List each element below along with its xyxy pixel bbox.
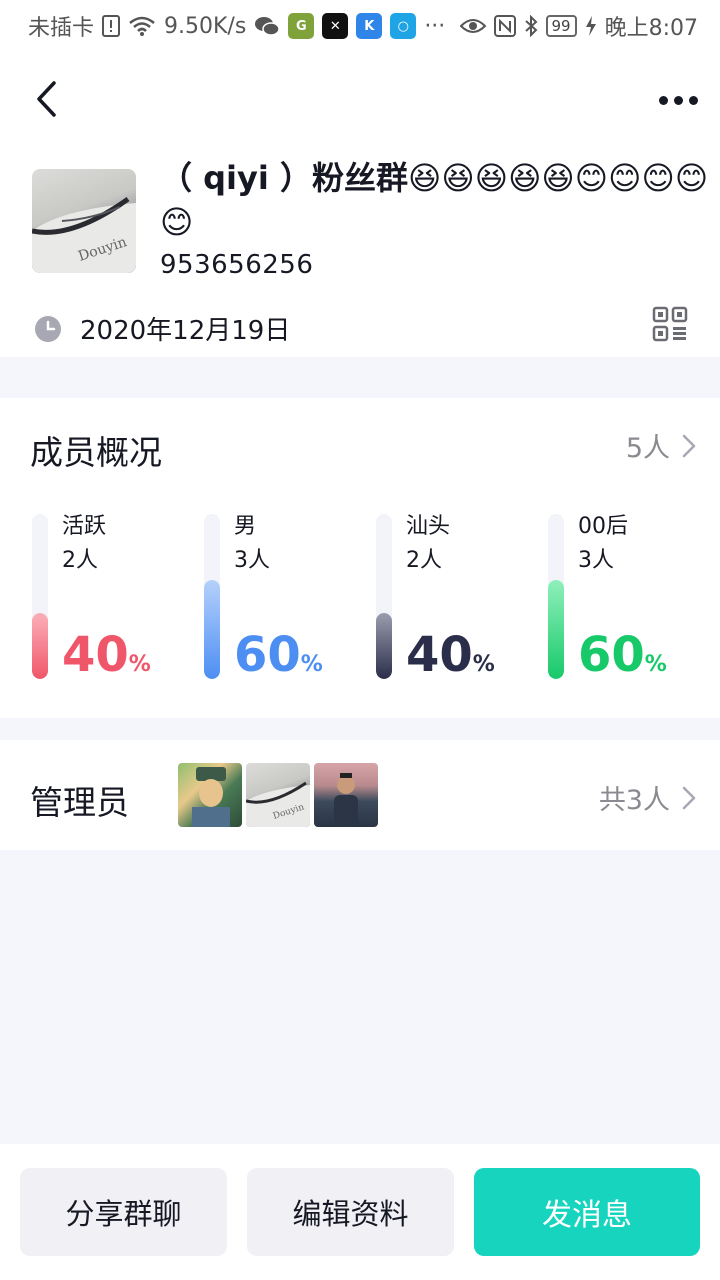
stat-count: 2人 bbox=[406, 548, 442, 573]
person-avatar-image bbox=[334, 773, 358, 827]
stat-percent: 60% bbox=[234, 626, 323, 695]
chevron-left-icon bbox=[37, 81, 56, 117]
stat-count: 3人 bbox=[234, 548, 270, 573]
kugou-icon: K bbox=[356, 13, 383, 39]
stat-count: 2人 bbox=[62, 548, 98, 573]
stat-percent-value: 40 bbox=[406, 627, 473, 683]
stat-bar-track bbox=[376, 514, 392, 679]
edit-profile-button[interactable]: 编辑资料 bbox=[247, 1168, 454, 1256]
more-notifications-icon: ··· bbox=[424, 13, 446, 39]
clock-time: 晚上8:07 bbox=[604, 16, 698, 41]
car-photo: Douyin bbox=[32, 196, 136, 273]
send-message-button[interactable]: 发消息 bbox=[474, 1168, 700, 1256]
back-button[interactable] bbox=[26, 76, 66, 122]
stat-percent-sign: % bbox=[300, 652, 323, 677]
chevron-right-icon bbox=[682, 434, 696, 457]
avatar[interactable] bbox=[178, 763, 242, 827]
avatar[interactable] bbox=[314, 763, 378, 827]
bottom-action-bar: 分享群聊 编辑资料 发消息 bbox=[0, 1144, 720, 1280]
bluetooth-icon bbox=[524, 15, 537, 37]
stat-age: 00后 3人 60% bbox=[548, 514, 708, 684]
game-app-icon: G bbox=[288, 13, 315, 39]
stat-bar-track bbox=[548, 514, 564, 679]
stat-male: 男 3人 60% bbox=[204, 514, 364, 684]
stat-label: 活跃 bbox=[62, 514, 107, 539]
network-speed: 9.50K/s bbox=[164, 13, 247, 39]
anime-avatar-image bbox=[192, 767, 230, 827]
eye-icon bbox=[459, 19, 486, 33]
stat-percent-value: 40 bbox=[62, 627, 129, 683]
charging-icon bbox=[585, 16, 596, 36]
wechat-icon bbox=[255, 17, 281, 36]
stat-label: 汕头 bbox=[406, 514, 451, 539]
admins-count: 共3人 bbox=[598, 785, 670, 816]
stat-percent: 40% bbox=[406, 626, 495, 695]
capcut-icon: ✕ bbox=[322, 13, 349, 39]
stat-percent: 40% bbox=[62, 626, 151, 695]
more-dot bbox=[673, 95, 683, 105]
bulb-app-icon: ○ bbox=[390, 13, 417, 39]
admins-count-link[interactable]: 共3人 bbox=[599, 778, 696, 817]
stat-percent-sign: % bbox=[472, 652, 495, 677]
more-button[interactable] bbox=[654, 80, 702, 120]
stat-percent-value: 60 bbox=[234, 627, 301, 683]
stat-bar-fill bbox=[376, 613, 392, 679]
qr-code-icon[interactable] bbox=[652, 306, 688, 342]
wifi-icon bbox=[129, 16, 155, 36]
members-count: 5人 bbox=[625, 433, 670, 464]
group-avatar[interactable]: Douyin bbox=[32, 169, 136, 273]
stat-percent-value: 60 bbox=[578, 627, 645, 683]
stat-percent-sign: % bbox=[128, 652, 151, 677]
carrier-text: 未插卡 bbox=[28, 16, 95, 41]
admin-avatars: Douyin bbox=[178, 763, 378, 827]
share-group-button[interactable]: 分享群聊 bbox=[20, 1168, 227, 1256]
group-name: （ qiyi ）粉丝群😆😆😆😆😆😊😊😊😊😊 bbox=[160, 159, 709, 241]
battery-level: 99 bbox=[545, 15, 577, 37]
more-dot bbox=[658, 95, 668, 105]
chevron-right-icon bbox=[682, 786, 696, 809]
avatar[interactable]: Douyin bbox=[246, 763, 310, 827]
sim-alert-icon bbox=[102, 15, 121, 37]
created-date: 2020年12月19日 bbox=[80, 316, 291, 346]
stat-label: 男 bbox=[234, 514, 257, 539]
clock-icon bbox=[35, 315, 61, 342]
stat-count: 3人 bbox=[578, 548, 614, 573]
created-date-row: 2020年12月19日 bbox=[34, 310, 290, 347]
car-avatar-image: Douyin bbox=[246, 781, 310, 827]
stat-label: 00后 bbox=[578, 514, 628, 539]
stat-location: 汕头 2人 40% bbox=[376, 514, 536, 684]
nfc-icon bbox=[493, 15, 516, 37]
status-bar: 未插卡 9.50K/s G ✕ K ○ ··· 99 晚上8:07 bbox=[0, 0, 720, 52]
stat-bar-fill bbox=[204, 580, 220, 679]
stat-bar-track bbox=[204, 514, 220, 679]
admins-row[interactable]: 管理员 Douyin 共3人 bbox=[0, 740, 720, 850]
group-header: Douyin （ qiyi ）粉丝群😆😆😆😆😆😊😊😊😊😊 953656256 2… bbox=[0, 52, 720, 357]
members-overview[interactable]: 成员概况 5人 活跃 2人 40% 男 3人 60% 汕头 2人 40% 00后… bbox=[0, 398, 720, 718]
members-count-link[interactable]: 5人 bbox=[626, 426, 696, 465]
group-id: 953656256 bbox=[160, 250, 314, 280]
stat-bar-fill bbox=[548, 580, 564, 679]
stat-percent-sign: % bbox=[644, 652, 667, 677]
more-dot bbox=[688, 95, 698, 105]
admins-title: 管理员 bbox=[30, 783, 129, 822]
stat-bar-fill bbox=[32, 613, 48, 679]
stat-percent: 60% bbox=[578, 626, 667, 695]
members-title: 成员概况 bbox=[30, 433, 162, 472]
stat-active: 活跃 2人 40% bbox=[32, 514, 192, 684]
stat-bar-track bbox=[32, 514, 48, 679]
